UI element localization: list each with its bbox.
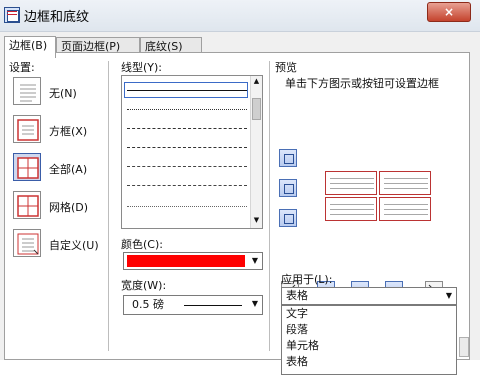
setting-all[interactable]: 全部(A) <box>13 153 103 183</box>
width-value: 0.5 磅 <box>132 298 164 311</box>
top-border-button[interactable] <box>279 149 297 167</box>
apply-option-table[interactable]: 表格 <box>286 354 308 370</box>
setting-custom-label: 自定义(U) <box>49 239 99 252</box>
dialog-body: 边框(B) 页面边框(P) 底纹(S) 设置: 无(N) 方框(X) 全部(A) <box>0 32 480 375</box>
chevron-down-icon[interactable]: ▼ <box>442 288 456 304</box>
line-style-label: 线型(Y): <box>121 61 163 74</box>
close-button[interactable]: × <box>427 2 471 22</box>
border-grid-icon <box>13 191 41 219</box>
width-label: 宽度(W): <box>121 279 167 292</box>
window-title: 边框和底纹 <box>24 10 90 25</box>
settings-label: 设置: <box>9 61 35 74</box>
apply-to-value: 表格 <box>286 289 308 302</box>
preview-table[interactable] <box>325 171 435 227</box>
divider-right <box>269 61 270 351</box>
chevron-down-icon[interactable]: ▼ <box>248 296 262 312</box>
color-swatch <box>127 255 245 267</box>
preview-cell <box>325 197 377 221</box>
line-dash-dot[interactable] <box>127 166 247 167</box>
line-dash-dot-dot[interactable] <box>127 206 247 207</box>
setting-custom[interactable]: 自定义(U) <box>13 229 103 259</box>
line-small-dash[interactable] <box>127 128 247 129</box>
chevron-down-icon[interactable]: ▼ <box>248 253 262 269</box>
border-none-icon <box>13 77 41 105</box>
inner-horizontal-border-button[interactable] <box>279 179 297 197</box>
title-bar: 边框和底纹 × <box>0 0 480 32</box>
color-label: 颜色(C): <box>121 238 163 251</box>
border-custom-icon <box>13 229 41 257</box>
width-dropdown[interactable]: 0.5 磅 ▼ <box>123 295 263 315</box>
line-long-dash[interactable] <box>127 185 247 186</box>
setting-box-label: 方框(X) <box>49 125 88 138</box>
partial-button[interactable] <box>459 337 469 357</box>
preview-cell <box>379 171 431 195</box>
preview-label: 预览 <box>275 61 297 74</box>
setting-none-label: 无(N) <box>49 87 77 100</box>
setting-grid[interactable]: 网格(D) <box>13 191 103 221</box>
apply-option-text[interactable]: 文字 <box>286 306 308 322</box>
apply-option-cell[interactable]: 单元格 <box>286 338 319 354</box>
borders-app-icon <box>4 7 20 23</box>
preview-cell <box>325 171 377 195</box>
color-dropdown[interactable]: ▼ <box>123 252 263 270</box>
bottom-border-button[interactable] <box>279 209 297 227</box>
divider-left <box>108 61 109 351</box>
setting-grid-label: 网格(D) <box>49 201 89 214</box>
line-dotted[interactable] <box>127 109 247 110</box>
setting-all-label: 全部(A) <box>49 163 88 176</box>
preview-hint: 单击下方图示或按钮可设置边框 <box>285 77 439 90</box>
width-line-preview <box>184 305 242 306</box>
apply-to-label: 应用于(L): <box>281 273 333 286</box>
scroll-down-icon[interactable]: ▼ <box>252 216 261 225</box>
apply-option-paragraph[interactable]: 段落 <box>286 322 308 338</box>
setting-box[interactable]: 方框(X) <box>13 115 103 145</box>
apply-to-dropdown[interactable]: 表格 ▼ <box>281 287 457 305</box>
apply-to-options: 文字 段落 单元格 表格 <box>281 305 457 375</box>
border-all-icon <box>13 153 41 181</box>
tab-borders[interactable]: 边框(B) <box>4 36 56 58</box>
line-style-scrollbar[interactable]: ▲ ▼ <box>250 76 262 228</box>
line-style-list[interactable]: ▲ ▼ <box>121 75 263 229</box>
preview-cell <box>379 197 431 221</box>
border-box-icon <box>13 115 41 143</box>
line-solid[interactable] <box>127 90 247 91</box>
scroll-thumb[interactable] <box>252 98 261 120</box>
scroll-up-icon[interactable]: ▲ <box>252 77 261 86</box>
line-dash[interactable] <box>127 147 247 148</box>
tab-panel: 设置: 无(N) 方框(X) 全部(A) 网格(D) 自定义(U) 线型(Y):… <box>4 52 470 375</box>
setting-none[interactable]: 无(N) <box>13 77 103 107</box>
